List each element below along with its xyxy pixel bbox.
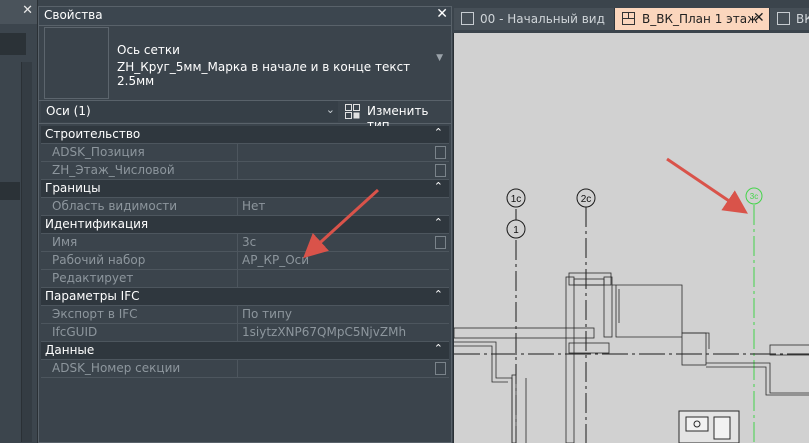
property-group-name: Идентификация [45,217,149,231]
property-group-header[interactable]: Границы ⌃ [41,180,449,198]
property-name: IfcGUID [52,325,98,339]
property-checkbox[interactable] [435,362,446,375]
property-value[interactable]: 1siytzXNP67QMpC5NjvZMh [242,325,406,339]
column-divider [237,252,238,269]
sink-fixture [678,410,740,443]
property-group-name: Границы [45,181,101,195]
property-name: ADSK_Позиция [52,145,145,159]
instance-filter-value: Оси (1) [46,104,91,118]
chevron-down-icon[interactable]: ▼ [436,53,443,63]
grid-bubble-2c[interactable]: 2с [576,188,596,208]
view-tab-icon [777,12,790,25]
column-divider [237,198,238,215]
view-tab-bar: 00 - Начальный вид В_ВК_План 1 этаж ✕ ВК [454,8,809,30]
properties-panel: Свойства ✕ Ось сетки ZH_Круг_5мм_Марка в… [38,6,452,443]
column-divider [237,360,238,377]
close-icon[interactable]: ✕ [436,6,448,22]
property-name: Редактирует [52,271,134,285]
type-preview-image [44,27,109,99]
property-checkbox[interactable] [435,236,446,249]
property-checkbox[interactable] [435,146,446,159]
left-dock-scrollbar[interactable] [21,62,32,442]
tab-label: ВК [796,12,809,26]
property-name: ADSK_Номер секции [52,361,181,375]
property-value[interactable]: По типу [242,307,292,321]
grid-bubble-label: 1с [511,194,522,205]
type-name-label: ZH_Круг_5мм_Марка в начале и в конце тек… [117,60,411,88]
instance-row: Оси (1) ⌄ Изменить тип [39,100,451,132]
grid-bubble-1[interactable]: 1 [506,219,526,239]
left-dock-panel: ✕ [0,0,38,443]
collapse-icon[interactable]: ⌃ [434,342,443,355]
property-group-header[interactable]: Данные ⌃ [41,342,449,360]
property-checkbox[interactable] [435,164,446,177]
walls [454,272,809,443]
drawing-canvas[interactable]: 1с 1 2с 3с [453,33,809,443]
grid-bubble-label: 2с [581,194,592,205]
collapse-icon[interactable]: ⌃ [434,216,443,229]
property-row[interactable]: ADSK_Номер секции [41,360,449,378]
edit-type-icon [345,104,360,119]
floor-plan-icon [622,12,635,25]
property-group-name: Параметры IFC [45,289,140,303]
tab-label: В_ВК_План 1 этаж [642,12,758,26]
property-row[interactable]: Экспорт в IFC По типу [41,306,449,324]
property-row[interactable]: Рабочий набор АР_КР_Оси [41,252,449,270]
close-icon[interactable]: ✕ [22,3,33,18]
property-value[interactable]: АР_КР_Оси [242,253,309,267]
column-divider [237,162,238,179]
property-group-name: Данные [45,343,95,357]
property-row[interactable]: Область видимости Нет [41,198,449,216]
left-dock-item[interactable] [0,182,20,200]
property-group-header[interactable]: Строительство ⌃ [41,126,449,144]
property-name: Имя [52,235,78,249]
property-row[interactable]: ADSK_Позиция [41,144,449,162]
tab-floor-plan[interactable]: В_ВК_План 1 этаж ✕ [615,8,769,30]
grid-bubble-1c[interactable]: 1с [506,188,526,208]
property-row[interactable]: IfcGUID 1siytzXNP67QMpC5NjvZMh [41,324,449,342]
column-divider [237,306,238,323]
property-row[interactable]: Имя 3с [41,234,449,252]
view-tab-icon [461,12,474,25]
property-name: Область видимости [52,199,178,213]
collapse-icon[interactable]: ⌃ [434,288,443,301]
column-divider [237,144,238,161]
chevron-down-icon[interactable]: ⌄ [326,103,335,116]
property-name: Рабочий набор [52,253,146,267]
column-divider [237,234,238,251]
property-value[interactable]: 3с [242,235,256,249]
left-dock-item[interactable] [0,33,26,55]
tab-label: 00 - Начальный вид [480,12,605,26]
tab-start-view[interactable]: 00 - Начальный вид [454,8,614,30]
property-group-header[interactable]: Параметры IFC ⌃ [41,288,449,306]
property-name: ZH_Этаж_Числовой [52,163,175,177]
close-icon[interactable]: ✕ [753,10,765,26]
column-divider [237,270,238,287]
collapse-icon[interactable]: ⌃ [434,126,443,139]
property-value[interactable]: Нет [242,199,265,213]
properties-titlebar: Свойства ✕ [39,6,451,26]
property-group-header[interactable]: Идентификация ⌃ [41,216,449,234]
column-divider [237,324,238,341]
collapse-icon[interactable]: ⌃ [434,180,443,193]
property-group-name: Строительство [45,127,141,141]
instance-filter-dropdown[interactable]: Оси (1) ⌄ [41,101,338,122]
properties-grid: Строительство ⌃ ADSK_Позиция ZH_Этаж_Числов… [41,126,449,378]
left-dock-titlebar: ✕ [0,0,37,24]
type-selector[interactable]: Ось сетки ZH_Круг_5мм_Марка в начале и в… [44,27,447,99]
property-row[interactable]: Редактирует [41,270,449,288]
property-row[interactable]: ZH_Этаж_Числовой [41,162,449,180]
grid-bubble-label: 3с [750,192,758,201]
panel-title: Свойства [44,8,103,22]
property-name: Экспорт в IFC [52,307,138,321]
edit-type-button[interactable]: Изменить тип [343,101,449,132]
floor-plan-drawing: 1с 1 2с 3с [454,187,809,443]
type-family-label: Ось сетки [117,43,180,57]
tab-vk[interactable]: ВК [770,8,809,30]
grid-bubble-3c-selected[interactable]: 3с [745,187,763,205]
grid-bubble-label: 1 [513,225,519,236]
